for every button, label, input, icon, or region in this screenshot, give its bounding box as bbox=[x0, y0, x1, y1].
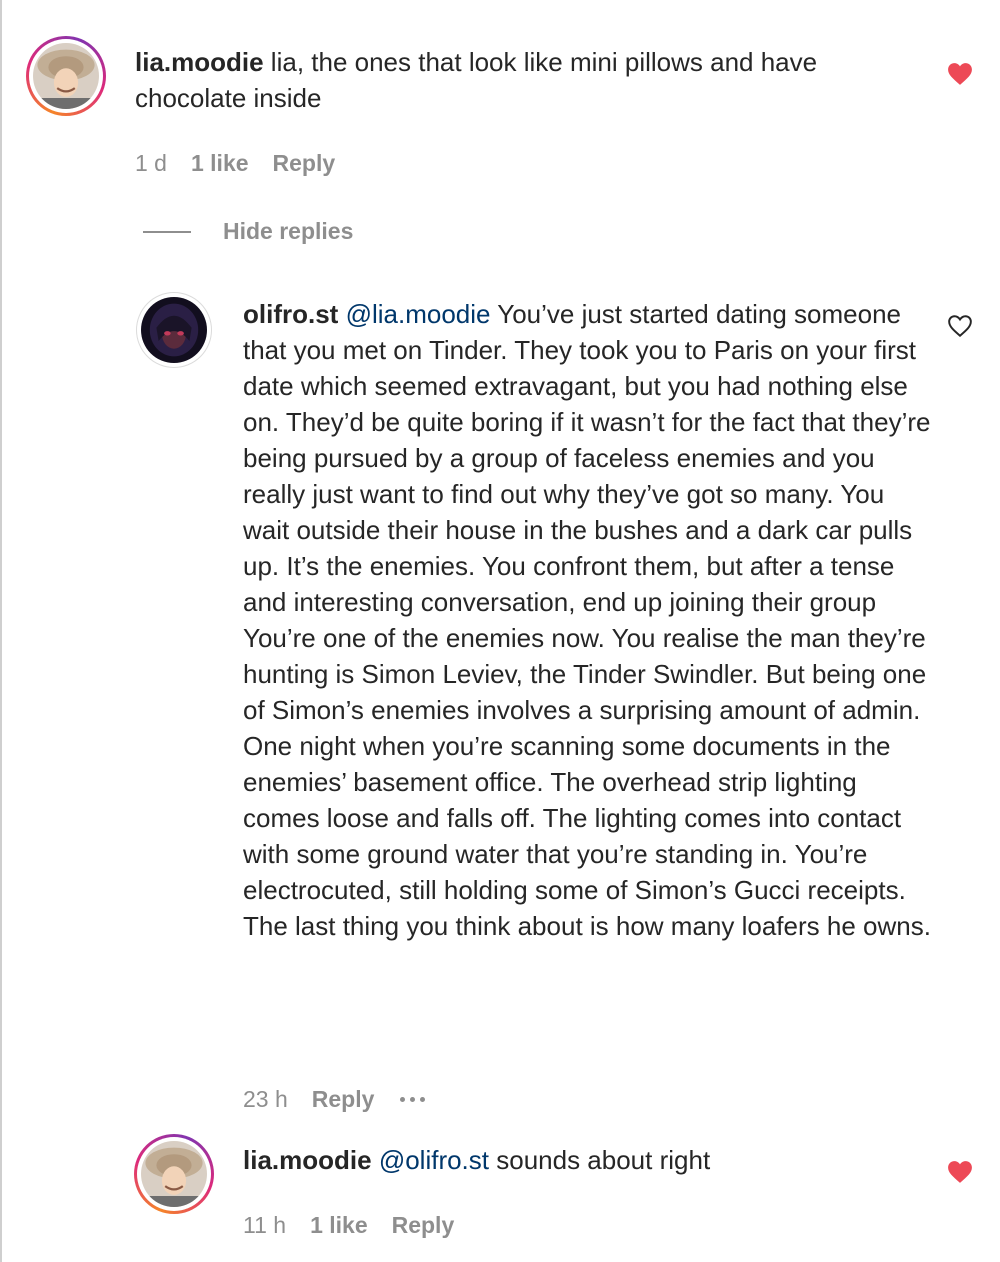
panel-border bbox=[0, 0, 2, 1262]
comment-body: lia.moodie @olifro.st sounds about right bbox=[243, 1142, 933, 1178]
reply-button[interactable]: Reply bbox=[312, 1086, 375, 1113]
comment-username[interactable]: olifro.st bbox=[243, 299, 338, 329]
comment-time[interactable]: 23 h bbox=[243, 1086, 288, 1113]
hide-replies-label: Hide replies bbox=[223, 218, 354, 244]
comment-text: You’ve just started dating someone that … bbox=[243, 299, 931, 941]
comment-text: sounds about right bbox=[489, 1145, 711, 1175]
comment-mention[interactable]: @olifro.st bbox=[379, 1145, 489, 1175]
heart-filled-icon[interactable] bbox=[947, 62, 973, 86]
comment-time[interactable]: 11 h bbox=[243, 1212, 286, 1239]
comment-meta: 11 h 1 like Reply bbox=[243, 1212, 478, 1239]
comment-likes[interactable]: 1 like bbox=[310, 1212, 368, 1239]
comment-likes[interactable]: 1 like bbox=[191, 150, 249, 177]
reply-button[interactable]: Reply bbox=[273, 150, 336, 177]
reply-button[interactable]: Reply bbox=[392, 1212, 455, 1239]
comment-username[interactable]: lia.moodie bbox=[135, 47, 264, 77]
comment-meta: 1 d 1 like Reply bbox=[135, 150, 359, 177]
comment-username[interactable]: lia.moodie bbox=[243, 1145, 372, 1175]
heart-outline-icon[interactable] bbox=[947, 314, 973, 338]
hide-replies-button[interactable]: Hide replies bbox=[143, 218, 353, 245]
comment-mention[interactable]: @lia.moodie bbox=[346, 299, 491, 329]
comment-meta: 23 h Reply bbox=[243, 1086, 426, 1113]
avatar-photo bbox=[33, 43, 99, 109]
comment-time[interactable]: 1 d bbox=[135, 150, 167, 177]
avatar-photo bbox=[141, 297, 207, 363]
avatar-lia-moodie[interactable] bbox=[134, 1134, 214, 1214]
divider-line bbox=[143, 230, 191, 233]
heart-filled-icon[interactable] bbox=[947, 1160, 973, 1184]
comment-body: olifro.st @lia.moodie You’ve just starte… bbox=[243, 296, 933, 944]
more-options-icon[interactable] bbox=[400, 1097, 426, 1102]
avatar-olifro-st[interactable] bbox=[136, 292, 212, 368]
comment-body: lia.moodie lia, the ones that look like … bbox=[135, 44, 925, 116]
avatar-lia-moodie[interactable] bbox=[26, 36, 106, 116]
avatar-photo bbox=[141, 1141, 207, 1207]
